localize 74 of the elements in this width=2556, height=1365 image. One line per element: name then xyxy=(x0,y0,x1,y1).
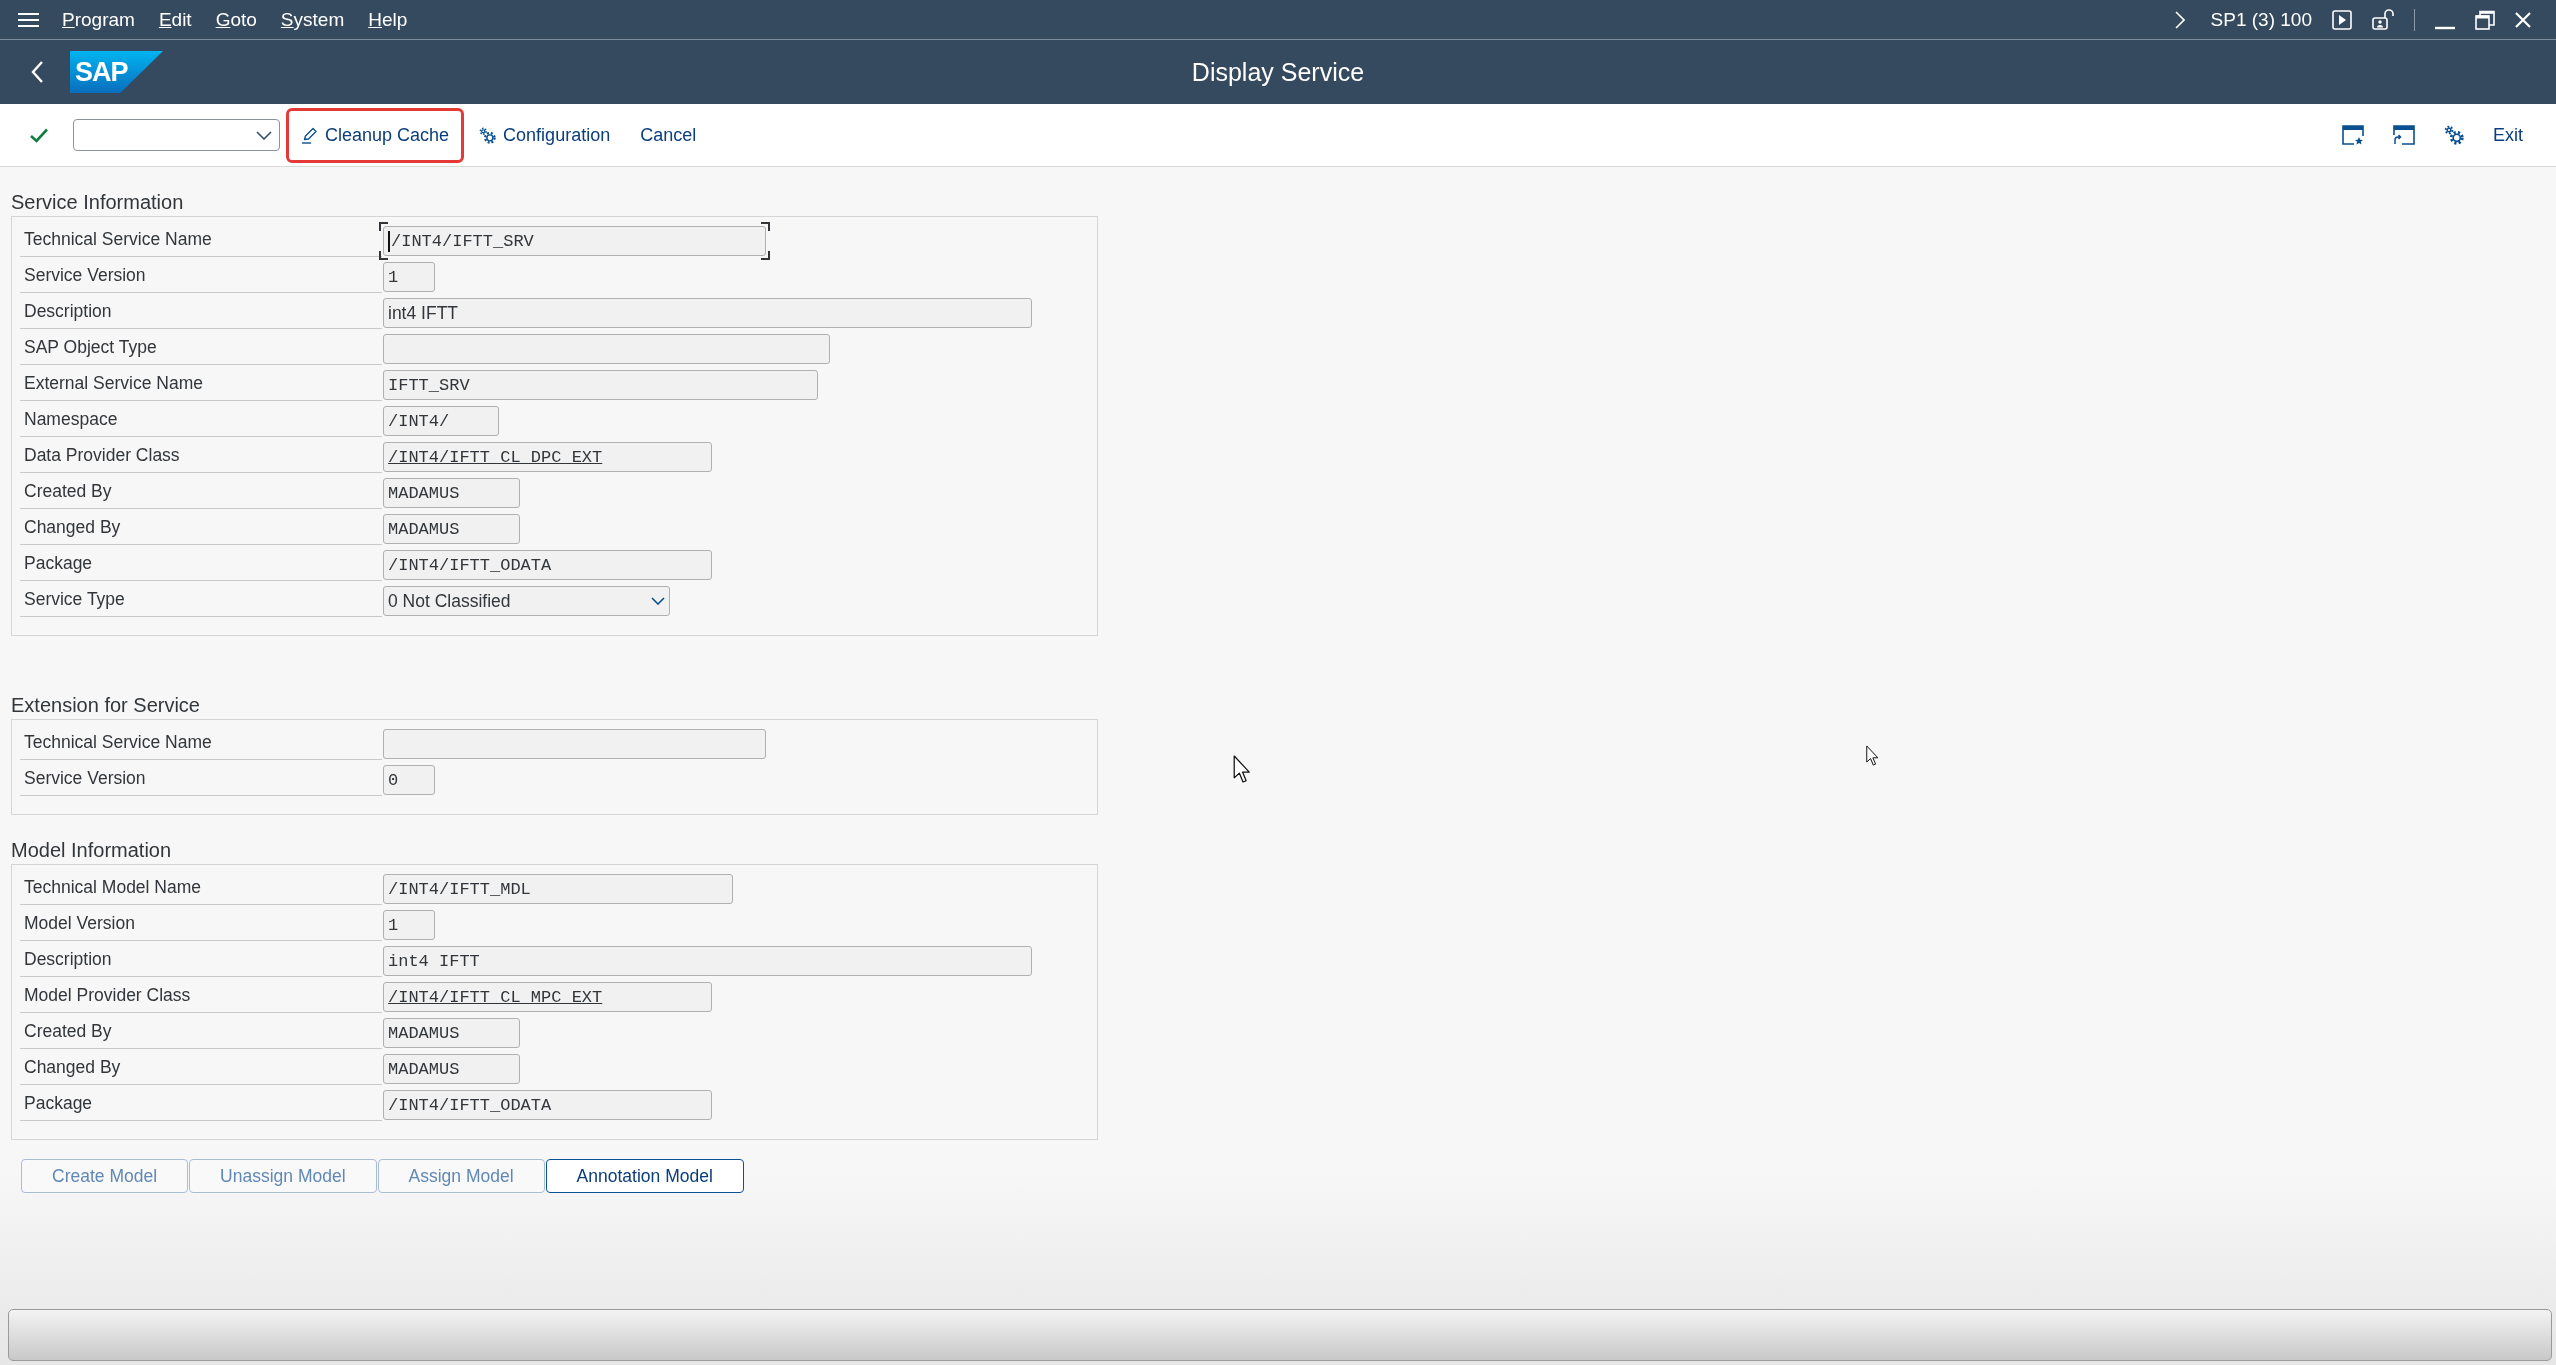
close-icon[interactable] xyxy=(2515,11,2531,28)
field-label: Service Version xyxy=(20,258,382,293)
back-icon[interactable] xyxy=(30,60,44,84)
toolbar-button[interactable]: Configuration xyxy=(464,107,626,163)
text-field[interactable]: /INT4/IFTT_SRV xyxy=(383,226,766,256)
menu-icon[interactable] xyxy=(18,11,39,28)
text-field[interactable]: /INT4/IFTT_ODATA xyxy=(383,1090,712,1120)
text-field[interactable]: /INT4/IFTT_CL_DPC_EXT xyxy=(383,442,712,472)
field-label: SAP Object Type xyxy=(20,330,382,365)
field-label: Technical Model Name xyxy=(20,870,382,905)
menu-item[interactable]: Edit xyxy=(146,4,204,35)
logo: SAP xyxy=(70,51,163,93)
text-field[interactable]: /INT4/IFTT_ODATA xyxy=(383,550,712,580)
field-label: Changed By xyxy=(20,1050,382,1085)
section-heading: Model Information xyxy=(11,838,172,862)
menu-item[interactable]: Help xyxy=(356,4,420,35)
restore-icon[interactable] xyxy=(2475,9,2495,30)
chevron-right-icon[interactable] xyxy=(2174,10,2185,29)
field-label: Service Version xyxy=(20,761,382,796)
text-field[interactable]: /INT4/IFTT_MDL xyxy=(383,874,733,904)
menu-item[interactable]: Goto xyxy=(203,4,269,35)
field-label: Data Provider Class xyxy=(20,438,382,473)
text-field[interactable]: MADAMUS xyxy=(383,1054,520,1084)
exit-button[interactable]: Exit xyxy=(2493,124,2523,146)
text-field[interactable]: 0 xyxy=(383,765,435,795)
toolbar-button[interactable]: Cleanup Cache xyxy=(286,107,465,163)
toolbar-button[interactable]: Cancel xyxy=(625,107,712,163)
field-label: Created By xyxy=(20,1014,382,1049)
action-button[interactable]: Annotation Model xyxy=(545,1159,744,1193)
text-field[interactable]: int4 IFTT xyxy=(383,946,1032,976)
page-title: Display Service xyxy=(1191,57,1365,87)
mouse-pointer-icon xyxy=(1866,745,1879,766)
field-label: Description xyxy=(20,942,382,977)
system-info: SP1 (3) 100 xyxy=(2210,8,2312,31)
field-label: Technical Service Name xyxy=(20,725,382,760)
text-cursor-icon xyxy=(388,230,390,252)
gears-icon xyxy=(479,126,497,144)
text-field[interactable]: 1 xyxy=(383,262,435,292)
field-label: Changed By xyxy=(20,510,382,545)
text-field[interactable]: MADAMUS xyxy=(383,1018,520,1048)
window-arrow-icon[interactable] xyxy=(2393,125,2415,145)
field-label: Description xyxy=(20,294,382,329)
field-label: Created By xyxy=(20,474,382,509)
checkmark-icon[interactable] xyxy=(30,127,48,143)
window-star-icon[interactable] xyxy=(2342,125,2364,145)
menu-item[interactable]: Program xyxy=(50,4,147,35)
menu-item[interactable]: System xyxy=(268,4,357,35)
text-field[interactable]: /INT4/ xyxy=(383,406,499,436)
dropdown-field[interactable]: 0 Not Classified xyxy=(383,586,670,616)
play-box-icon[interactable] xyxy=(2332,9,2352,30)
chevron-down-icon xyxy=(651,597,665,605)
section-heading: Service Information xyxy=(11,190,184,214)
field-label: External Service Name xyxy=(20,366,382,401)
section-heading: Extension for Service xyxy=(11,693,200,717)
text-field[interactable]: IFTT_SRV xyxy=(383,370,818,400)
mouse-pointer-icon xyxy=(1233,755,1251,783)
gears-icon[interactable] xyxy=(2444,125,2464,145)
text-field[interactable]: /INT4/IFTT_CL_MPC_EXT xyxy=(383,982,712,1012)
text-field[interactable] xyxy=(383,334,830,364)
padlock-icon[interactable] xyxy=(2372,9,2394,30)
chevron-down-icon[interactable] xyxy=(256,130,272,140)
field-label: Model Provider Class xyxy=(20,978,382,1013)
field-label: Package xyxy=(20,1086,382,1121)
text-field[interactable]: MADAMUS xyxy=(383,514,520,544)
pencil-icon xyxy=(301,126,318,144)
field-label: Package xyxy=(20,546,382,581)
text-field[interactable] xyxy=(383,729,766,759)
field-label: Model Version xyxy=(20,906,382,941)
text-field[interactable]: 1 xyxy=(383,910,435,940)
field-label: Service Type xyxy=(20,582,382,617)
field-label: Namespace xyxy=(20,402,382,437)
command-field[interactable] xyxy=(73,119,280,151)
text-field[interactable]: int4 IFTT xyxy=(383,298,1032,328)
text-field[interactable]: MADAMUS xyxy=(383,478,520,508)
